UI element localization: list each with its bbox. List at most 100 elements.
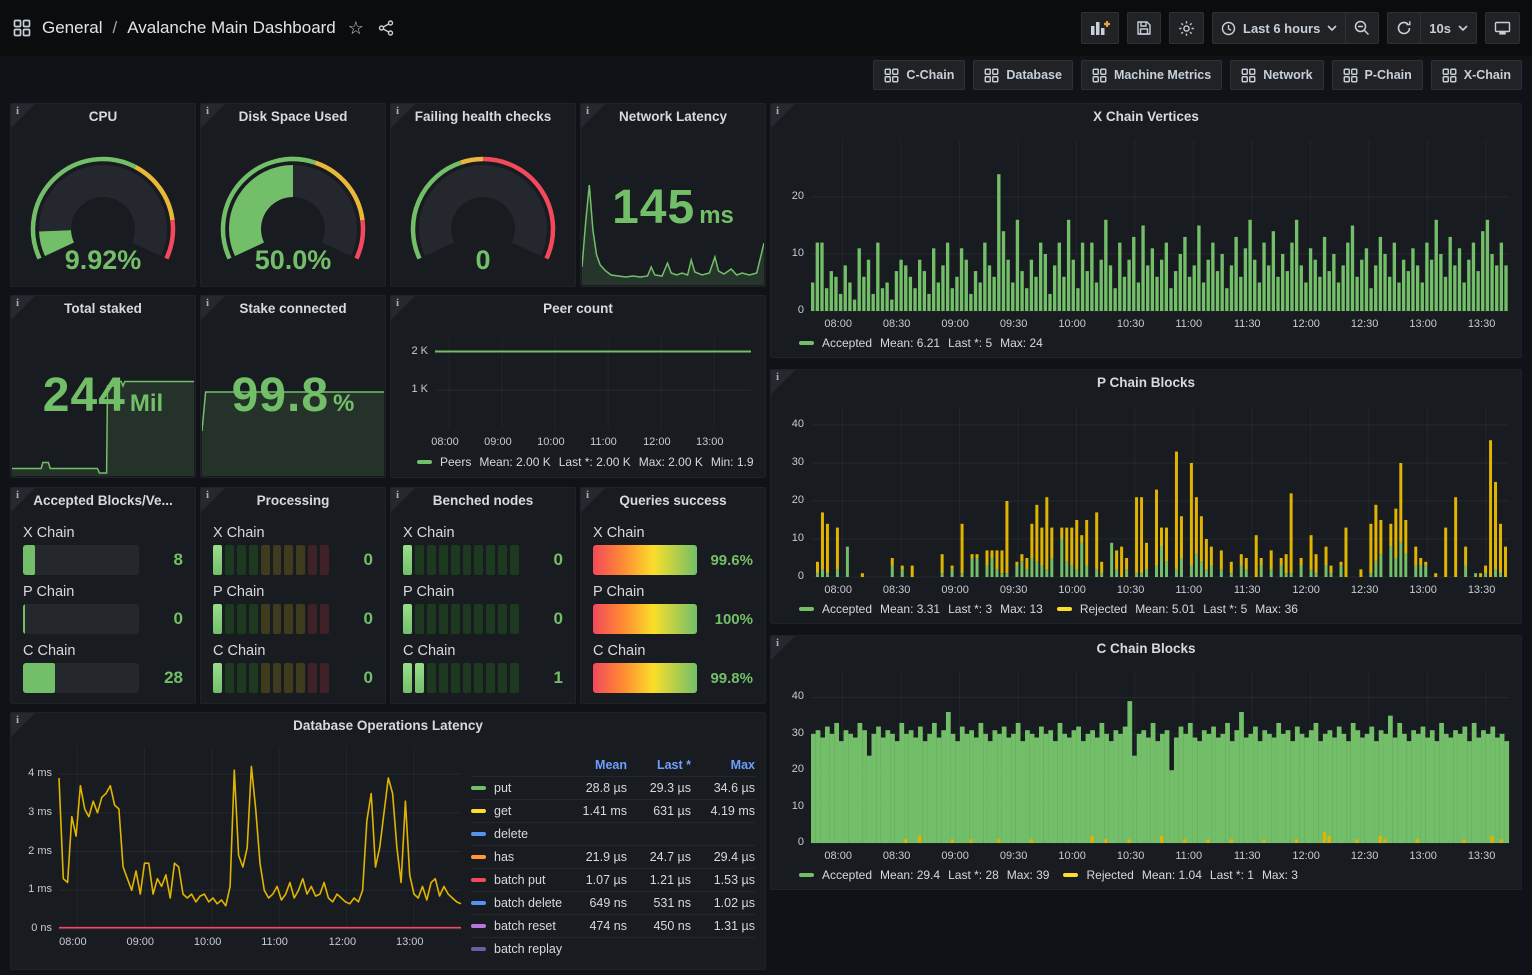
- panel-title[interactable]: Queries success: [581, 488, 765, 514]
- bar-gauge-fill: [23, 604, 25, 634]
- x-axis-tick: 08:00: [431, 436, 459, 448]
- info-icon[interactable]: i: [11, 104, 35, 128]
- dashboard-link-label: C-Chain: [906, 68, 954, 82]
- page-title[interactable]: Avalanche Main Dashboard: [127, 18, 336, 38]
- x-axis-tick: 09:00: [484, 436, 512, 448]
- info-icon[interactable]: i: [11, 713, 35, 737]
- legend-series-name: batch replay: [494, 942, 562, 956]
- x-axis-tick: 09:30: [1000, 584, 1028, 596]
- db-table-header-cell[interactable]: Mean: [563, 758, 627, 772]
- led-cell: [213, 604, 222, 634]
- led-cell: [474, 604, 483, 634]
- legend-series-accepted[interactable]: AcceptedMean: 6.21Last *: 5Max: 24: [799, 336, 1043, 350]
- stat-row: X Chain8: [23, 525, 183, 575]
- db-ops-chart[interactable]: 4 ms3 ms2 ms1 ms0 ns08:0009:0010:0011:00…: [11, 713, 469, 969]
- led-cell: [451, 545, 460, 575]
- panel-title[interactable]: Processing: [201, 488, 385, 514]
- info-icon[interactable]: i: [201, 296, 225, 320]
- info-icon[interactable]: i: [771, 370, 795, 394]
- legend-series-accepted[interactable]: AcceptedMean: 29.4Last *: 28Max: 39: [799, 868, 1049, 882]
- legend-series-accepted[interactable]: AcceptedMean: 3.31Last *: 3Max: 13: [799, 602, 1043, 616]
- legend-series-batch-replay[interactable]: batch replay: [471, 942, 563, 956]
- led-cell: [498, 545, 507, 575]
- x-axis-tick: 09:00: [941, 318, 969, 330]
- stat-row-value: 0: [339, 609, 373, 629]
- share-icon[interactable]: [376, 18, 396, 38]
- y-axis-tick: 1 K: [411, 383, 428, 395]
- legend-series-batch-reset[interactable]: batch reset: [471, 919, 563, 933]
- info-icon[interactable]: i: [391, 104, 415, 128]
- db-table-header-cell[interactable]: Max: [691, 758, 755, 772]
- legend-stat: Mean: 1.04: [1142, 868, 1202, 882]
- time-range-picker[interactable]: Last 6 hours: [1212, 12, 1345, 44]
- led-cell: [415, 604, 424, 634]
- settings-gear-button[interactable]: [1169, 12, 1204, 44]
- dashboard-link-x-chain[interactable]: X-Chain: [1431, 60, 1522, 90]
- led-cell: [463, 545, 472, 575]
- p-chain-blocks-chart[interactable]: 01020304008:0008:3009:0009:3010:0010:301…: [771, 370, 1521, 623]
- db-table-header-cell[interactable]: Last *: [627, 758, 691, 772]
- x-axis-tick: 12:00: [1292, 584, 1320, 596]
- info-icon[interactable]: i: [11, 296, 35, 320]
- led-cell: [273, 663, 282, 693]
- dashboard-link-database[interactable]: Database: [973, 60, 1073, 90]
- legend-series-delete[interactable]: delete: [471, 827, 563, 841]
- zoom-out-time-button[interactable]: [1345, 12, 1379, 44]
- panel-title[interactable]: Stake connected: [201, 296, 385, 322]
- panel-title[interactable]: Total staked: [11, 296, 195, 322]
- info-icon[interactable]: i: [581, 488, 605, 512]
- peer-count-chart[interactable]: 2 K1 K08:0009:0010:0011:0012:0013:00: [391, 296, 765, 477]
- y-axis-tick: 10: [792, 800, 804, 812]
- refresh-interval-dropdown[interactable]: 10s: [1420, 12, 1477, 44]
- legend-series-get[interactable]: get: [471, 804, 563, 818]
- legend-series-batch-delete[interactable]: batch delete: [471, 896, 563, 910]
- panel-title[interactable]: Benched nodes: [391, 488, 575, 514]
- info-icon[interactable]: i: [201, 104, 225, 128]
- x-chain-vertices-chart[interactable]: 0102008:0008:3009:0009:3010:0010:3011:00…: [771, 104, 1521, 357]
- led-cell: [320, 663, 329, 693]
- star-icon[interactable]: ☆: [346, 18, 366, 38]
- legend-stat: Mean: 6.21: [880, 336, 940, 350]
- panel-db-operations-latency: i Database Operations Latency 4 ms3 ms2 …: [10, 712, 766, 970]
- breadcrumb-folder[interactable]: General: [42, 18, 102, 38]
- x-axis-tick: 08:30: [883, 318, 911, 330]
- legend-stat: Last *: 5: [1203, 602, 1247, 616]
- stat-row-label: X Chain: [23, 525, 183, 541]
- info-icon[interactable]: i: [391, 488, 415, 512]
- legend-series-peers[interactable]: PeersMean: 2.00 KLast *: 2.00 KMax: 2.00…: [417, 455, 754, 469]
- panel-title[interactable]: Disk Space Used: [201, 104, 385, 130]
- apps-grid-icon: [1092, 68, 1107, 83]
- info-icon[interactable]: i: [581, 104, 605, 128]
- legend-series-put[interactable]: put: [471, 781, 563, 795]
- x-axis-tick: 08:00: [59, 936, 87, 948]
- legend-series-rejected[interactable]: RejectedMean: 1.04Last *: 1Max: 3: [1063, 868, 1297, 882]
- panel-title[interactable]: CPU: [11, 104, 195, 130]
- info-icon[interactable]: i: [201, 488, 225, 512]
- add-panel-button[interactable]: [1081, 12, 1119, 44]
- legend-series-has[interactable]: has: [471, 850, 563, 864]
- led-cell: [486, 663, 495, 693]
- save-dashboard-button[interactable]: [1127, 12, 1161, 44]
- stat-row-label: P Chain: [593, 584, 753, 600]
- kiosk-mode-button[interactable]: [1485, 12, 1520, 44]
- info-icon[interactable]: i: [771, 636, 795, 660]
- legend-series-rejected[interactable]: RejectedMean: 5.01Last *: 5Max: 36: [1057, 602, 1298, 616]
- x-axis-tick: 11:00: [1175, 584, 1202, 596]
- dashboard-link-c-chain[interactable]: C-Chain: [873, 60, 965, 90]
- legend-series-batch-put[interactable]: batch put: [471, 873, 563, 887]
- legend-color-chip: [471, 832, 486, 836]
- info-icon[interactable]: i: [771, 104, 795, 128]
- panel-title[interactable]: Accepted Blocks/Ve...: [11, 488, 195, 514]
- c-chain-blocks-chart[interactable]: 01020304008:0008:3009:0009:3010:0010:301…: [771, 636, 1521, 889]
- apps-grid-icon[interactable]: [12, 18, 32, 38]
- db-table-row: delete: [471, 822, 755, 845]
- dashboard-link-machine-metrics[interactable]: Machine Metrics: [1081, 60, 1222, 90]
- refresh-button[interactable]: [1387, 12, 1420, 44]
- dashboard-link-p-chain[interactable]: P-Chain: [1332, 60, 1423, 90]
- dashboard-link-network[interactable]: Network: [1230, 60, 1323, 90]
- info-icon[interactable]: i: [11, 488, 35, 512]
- info-icon[interactable]: i: [391, 296, 415, 320]
- panel-title[interactable]: Failing health checks: [391, 104, 575, 130]
- panel-title[interactable]: Network Latency: [581, 104, 765, 130]
- apps-grid-icon: [984, 68, 999, 83]
